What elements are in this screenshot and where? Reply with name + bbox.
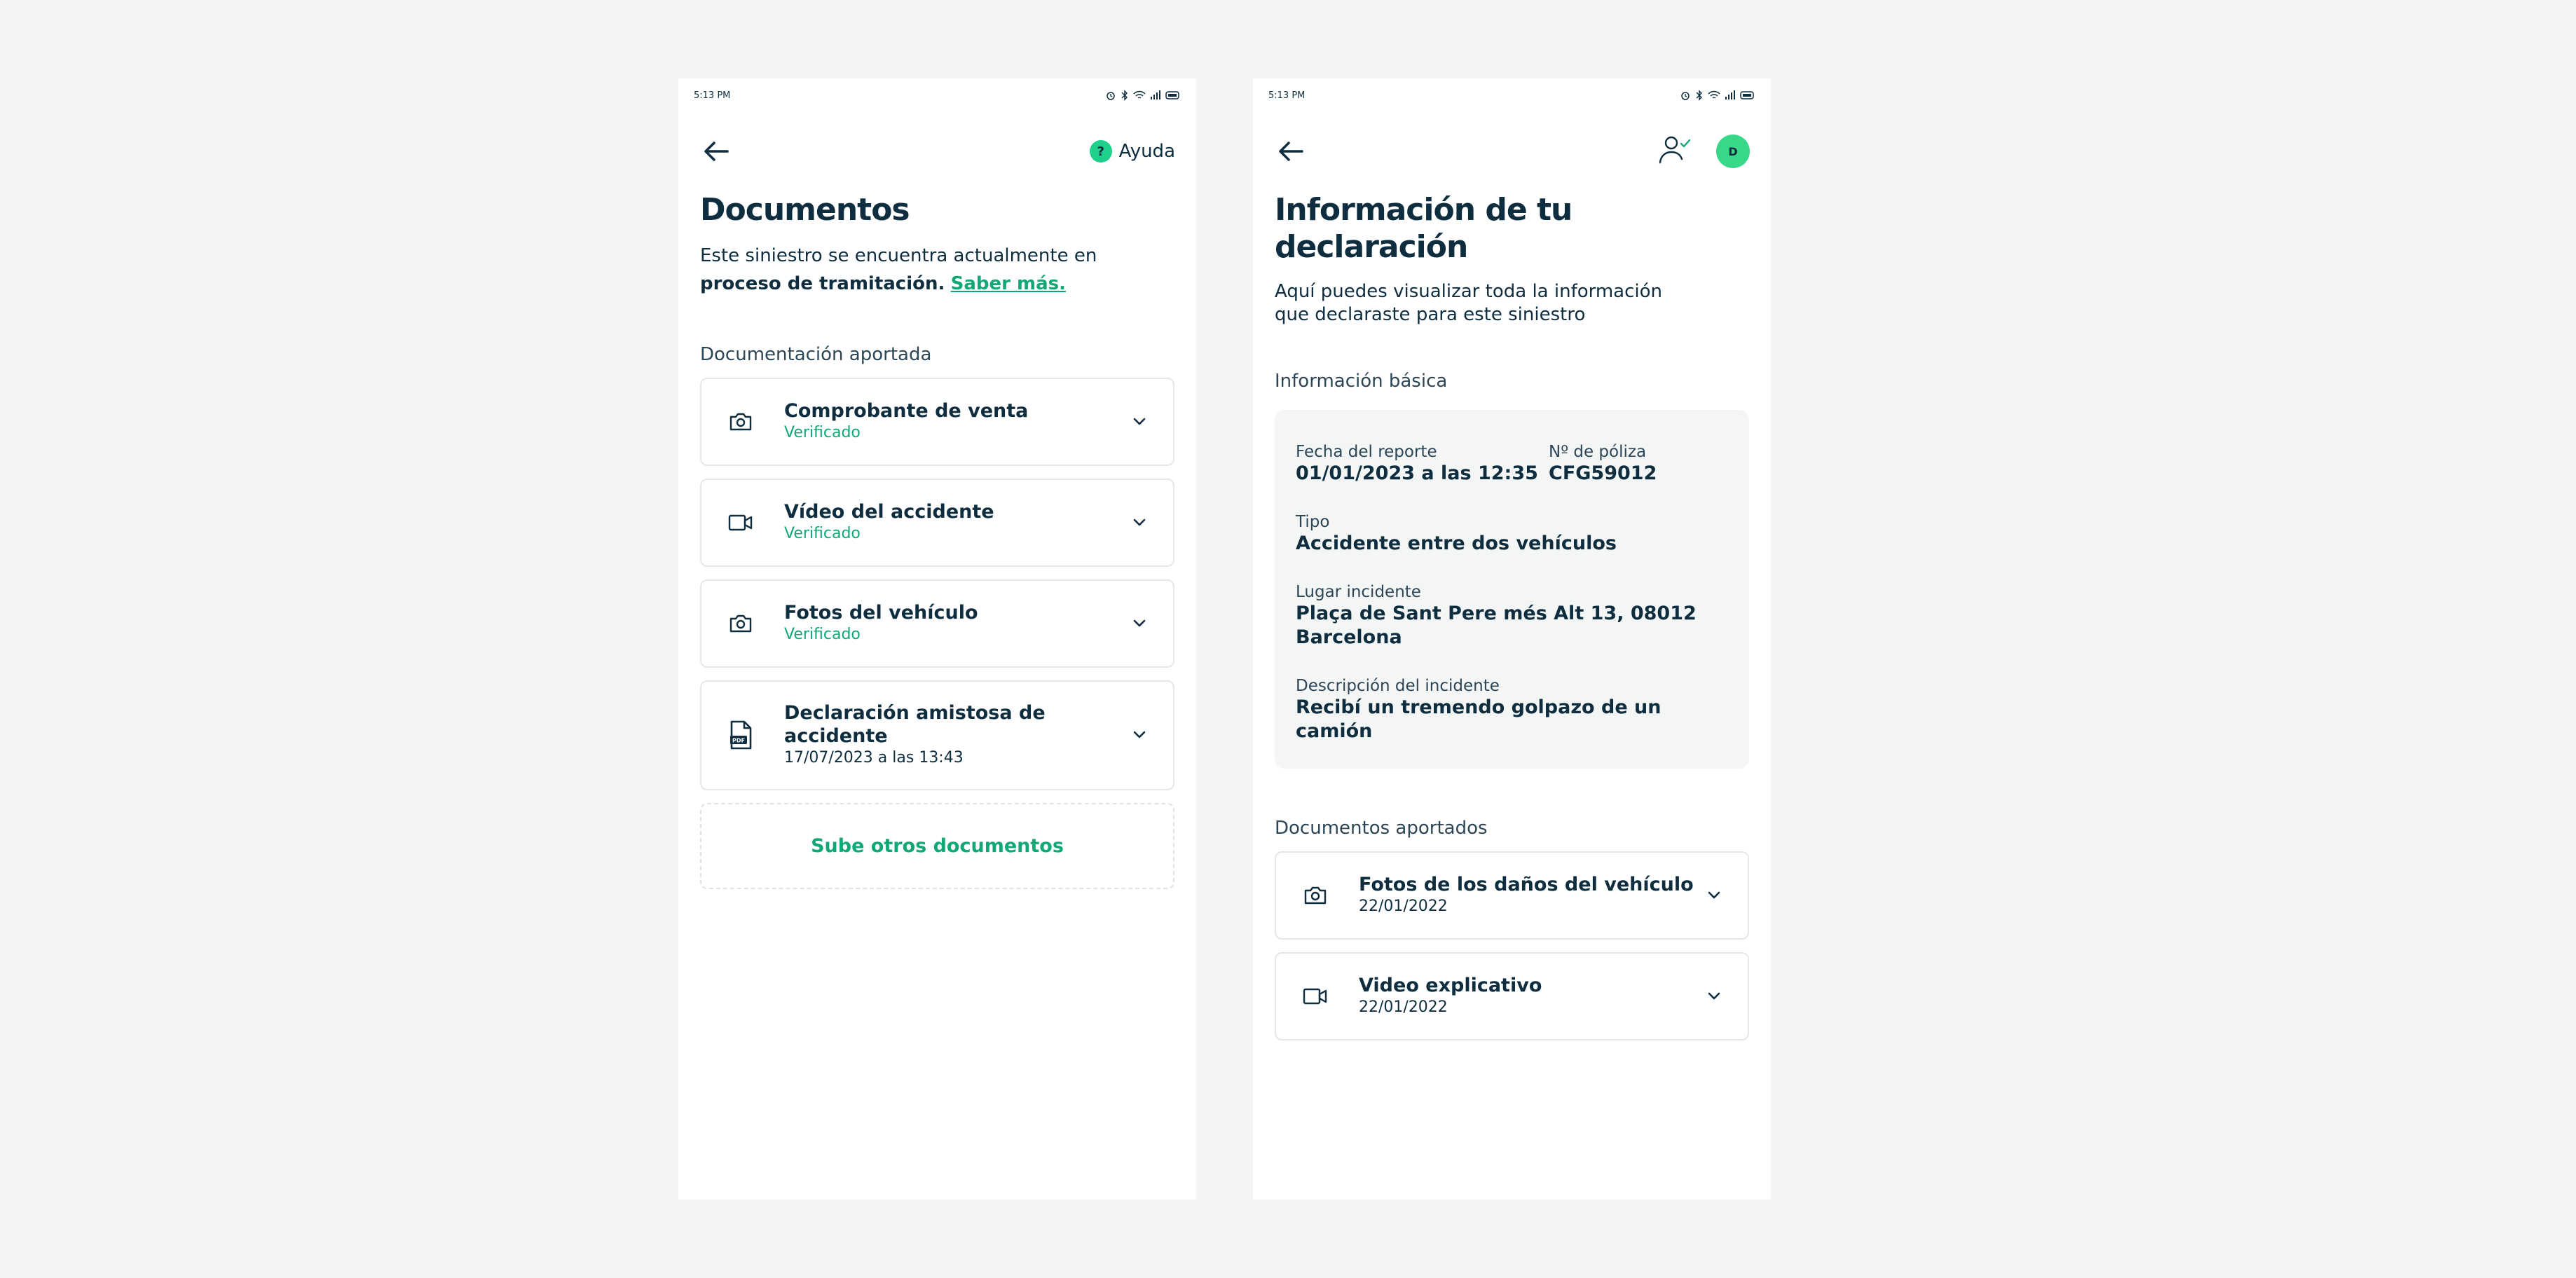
report-date-field: Fecha del reporte 01/01/2023 a las 12:35 [1296,442,1549,486]
battery-icon [1165,91,1179,99]
description-label: Descripción del incidente [1296,676,1500,695]
document-title: Video explicativo [1359,975,1542,997]
policy-label: Nº de póliza [1549,442,1647,461]
declaration-info-screen: 5:13 PM D Información de tu declaración … [1253,78,1771,1200]
document-card-friendly-declaration[interactable]: PDF Declaración amistosa de accidente 17… [700,680,1174,790]
arrow-left-icon [704,142,729,161]
policy-value: CFG59012 [1549,462,1657,484]
type-field: Tipo Accidente entre dos vehículos [1296,512,1728,556]
alarm-icon [1107,92,1115,100]
chevron-down-icon[interactable] [1700,881,1728,909]
chevron-down-icon[interactable] [1125,721,1153,749]
place-field: Lugar incidente Plaça de Sant Pere més A… [1296,582,1728,650]
basic-info-label: Información básica [1275,370,1448,392]
chevron-down-icon[interactable] [1125,509,1153,537]
intro-status: proceso de tramitación. [700,273,945,294]
top-actions: D [1657,135,1750,168]
camera-icon [725,406,756,437]
avatar[interactable]: D [1716,135,1750,168]
signal-icon [1151,90,1160,99]
documents-list: Fotos de los daños del vehículo 22/01/20… [1275,851,1749,1040]
status-time: 5:13 PM [694,90,731,101]
page-title: Información de tu declaración [1275,192,1573,265]
svg-text:PDF: PDF [732,738,745,744]
alarm-icon [1681,92,1690,100]
bluetooth-icon [1121,90,1128,101]
camera-icon [1300,880,1331,911]
place-value: Plaça de Sant Pere més Alt 13, 08012 Bar… [1296,602,1697,648]
document-status: Verificado [784,626,861,644]
help-icon: ? [1089,140,1112,163]
basic-info-box: Fecha del reporte 01/01/2023 a las 12:35… [1275,409,1749,769]
documents-label: Documentos aportados [1275,817,1488,839]
wifi-icon [1708,90,1720,99]
user-check-icon[interactable] [1657,135,1692,168]
status-bar: 5:13 PM [1253,78,1771,112]
chevron-down-icon[interactable] [1700,982,1728,1010]
status-time: 5:13 PM [1268,90,1306,101]
intro-text: Aquí puedes visualizar toda la informaci… [1275,280,1663,325]
chevron-down-icon[interactable] [1125,408,1153,436]
status-bar: 5:13 PM [678,78,1196,112]
description-value: Recibí un tremendo golpazo de un camión [1296,696,1662,742]
page-title: Documentos [700,192,910,228]
document-title: Declaración amistosa de accidente [784,702,1046,748]
back-button[interactable] [1274,135,1308,168]
document-card-vehicle-photos[interactable]: Fotos del vehículo Verificado [700,579,1174,668]
camera-icon [725,608,756,639]
wifi-icon [1133,90,1146,99]
document-card-damage-photos[interactable]: Fotos de los daños del vehículo 22/01/20… [1275,851,1749,940]
document-title: Comprobante de venta [784,400,1029,422]
report-date-label: Fecha del reporte [1296,442,1437,461]
document-card-accident-video[interactable]: Vídeo del accidente Verificado [700,478,1174,567]
policy-field: Nº de póliza CFG59012 [1549,442,1657,486]
help-button[interactable]: ? Ayuda [1089,140,1175,163]
chevron-down-icon[interactable] [1125,610,1153,638]
document-status: Verificado [784,424,861,442]
top-bar: D [1253,112,1771,191]
info-row-date-policy: Fecha del reporte 01/01/2023 a las 12:35… [1296,442,1728,486]
document-date: 22/01/2022 [1359,898,1448,916]
help-label: Ayuda [1118,141,1175,162]
arrow-left-icon [1279,142,1303,161]
place-label: Lugar incidente [1296,582,1421,601]
status-icons [1680,90,1755,101]
type-value: Accidente entre dos vehículos [1296,532,1617,554]
top-bar: ? Ayuda [678,112,1196,191]
video-icon [1300,981,1331,1012]
document-card-sales-receipt[interactable]: Comprobante de venta Verificado [700,377,1174,466]
documents-screen: 5:13 PM ? Ayuda Documentos Este siniestr… [678,78,1196,1200]
document-title: Vídeo del accidente [784,501,994,523]
document-title: Fotos del vehículo [784,602,978,624]
signal-icon [1725,90,1735,99]
section-label: Documentación aportada [700,343,932,365]
status-icons [1105,90,1181,101]
intro-prefix: Este siniestro se encuentra actualmente … [700,245,1097,266]
description-field: Descripción del incidente Recibí un trem… [1296,676,1728,743]
document-status: Verificado [784,525,861,543]
document-title: Fotos de los daños del vehículo [1359,874,1694,896]
document-date: 17/07/2023 a las 13:43 [784,749,964,767]
upload-other-documents-button[interactable]: Sube otros documentos [700,802,1174,889]
document-card-explanatory-video[interactable]: Video explicativo 22/01/2022 [1275,951,1749,1040]
battery-icon [1740,91,1754,99]
type-label: Tipo [1296,512,1330,531]
learn-more-link[interactable]: Saber más. [951,273,1066,294]
pdf-document-icon: PDF [725,720,756,750]
report-date-value: 01/01/2023 a las 12:35 [1296,462,1538,484]
bluetooth-icon [1696,90,1702,101]
back-button[interactable] [699,135,733,168]
video-icon [725,507,756,538]
document-date: 22/01/2022 [1359,998,1448,1017]
intro-text: Este siniestro se encuentra actualmente … [700,242,1174,298]
